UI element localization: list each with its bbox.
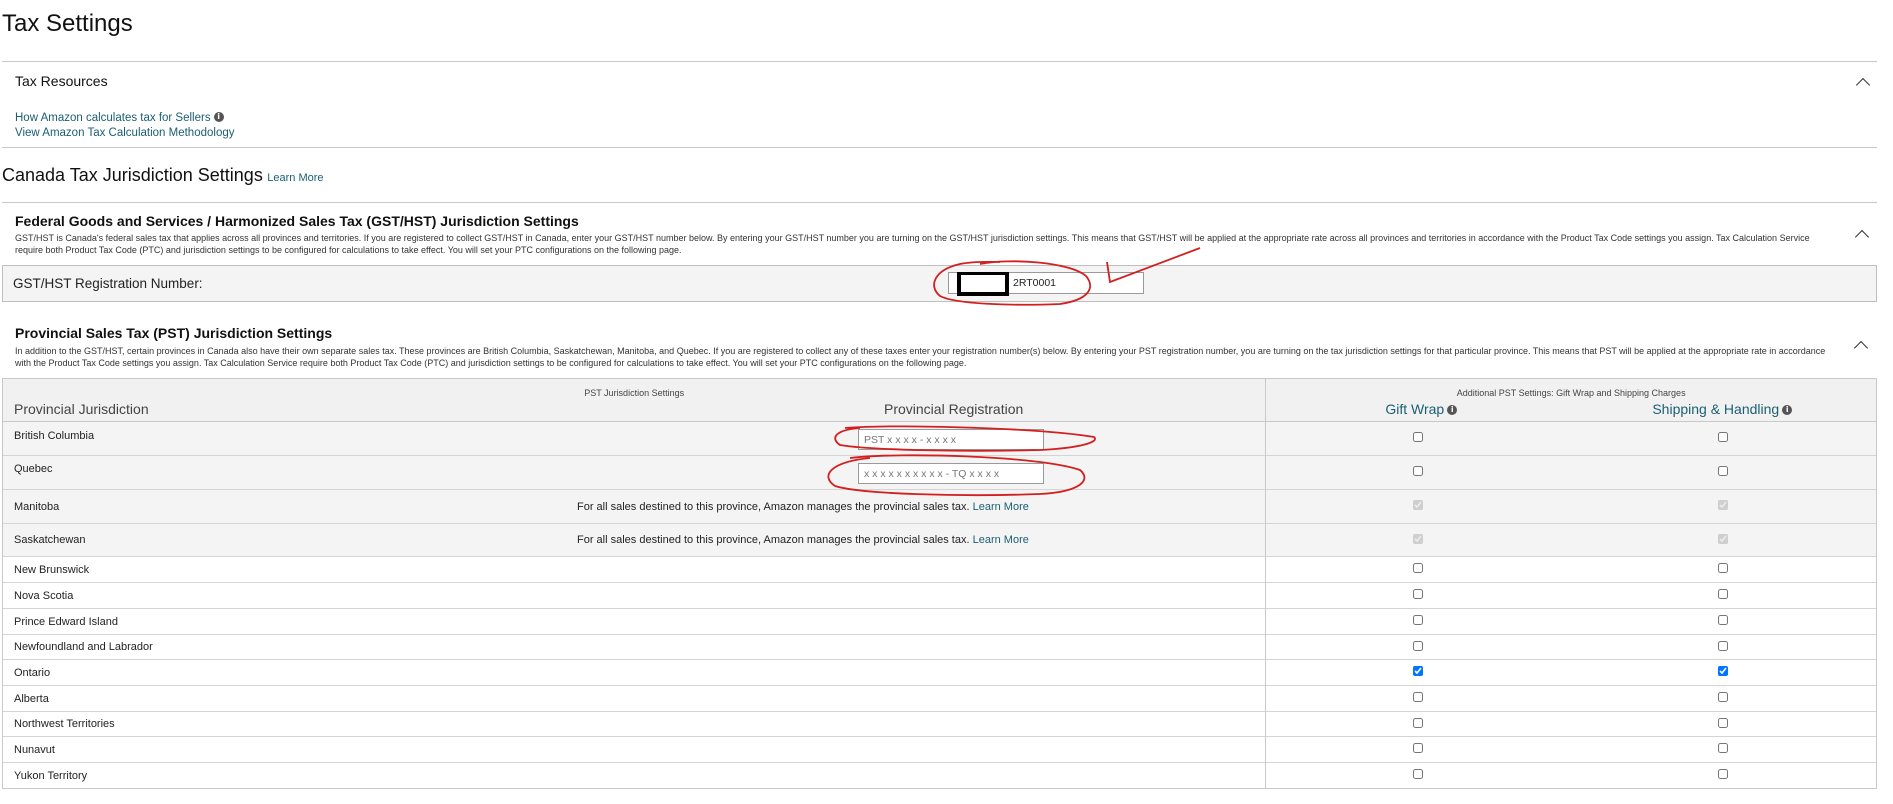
ns-shipping-checkbox[interactable]	[1718, 589, 1729, 599]
chevron-up-icon[interactable]	[1853, 340, 1869, 356]
gst-registration-row: GST/HST Registration Number:	[2, 265, 1877, 302]
amazon-managed-note: For all sales destined to this province,…	[577, 501, 1029, 513]
province-name: Prince Edward Island	[1, 608, 1266, 635]
divider	[2, 202, 1877, 203]
sk-gift-wrap-checkbox	[1413, 533, 1424, 544]
on-shipping-checkbox[interactable]	[1718, 666, 1729, 676]
divider	[2, 147, 1877, 148]
redaction-box	[957, 272, 1009, 296]
table-row: Nova Scotia	[1, 582, 1877, 609]
province-name: New Brunswick	[1, 556, 1266, 583]
pe-gift-wrap-checkbox[interactable]	[1413, 615, 1424, 625]
bc-shipping-checkbox[interactable]	[1718, 432, 1729, 442]
table-row: Newfoundland and Labrador	[1, 634, 1877, 660]
province-name: Nunavut	[1, 736, 1266, 763]
sk-shipping-checkbox	[1718, 533, 1729, 544]
canada-section-title: Canada Tax Jurisdiction Settings	[2, 165, 263, 185]
manitoba-learn-more-link[interactable]: Learn More	[973, 501, 1029, 513]
pst-table: PST Jurisdiction Settings Provincial Jur…	[1, 378, 1877, 789]
nu-shipping-checkbox[interactable]	[1718, 743, 1729, 753]
gst-section-title: Federal Goods and Services / Harmonized …	[15, 213, 579, 229]
col-provincial-registration: Provincial Registration	[884, 401, 1024, 417]
chevron-up-icon[interactable]	[1854, 229, 1870, 245]
nb-gift-wrap-checkbox[interactable]	[1413, 563, 1424, 573]
province-name: Newfoundland and Labrador	[1, 634, 1266, 660]
tax-calculation-methodology-link[interactable]: View Amazon Tax Calculation Methodology	[15, 127, 234, 139]
province-name: Manitoba	[14, 501, 60, 513]
table-row: Ontario	[1, 659, 1877, 686]
province-name: Ontario	[1, 659, 1266, 686]
pst-section-title: Provincial Sales Tax (PST) Jurisdiction …	[15, 325, 333, 341]
pst-table-header: PST Jurisdiction Settings Provincial Jur…	[1, 378, 1877, 422]
table-row: British Columbia	[1, 421, 1877, 456]
province-name: Nova Scotia	[1, 582, 1266, 609]
yt-shipping-checkbox[interactable]	[1718, 769, 1729, 779]
table-row: Quebec	[1, 455, 1877, 490]
divider	[2, 61, 1877, 62]
qc-shipping-checkbox[interactable]	[1718, 466, 1729, 476]
province-name: Alberta	[1, 685, 1266, 712]
pst-settings-caption: PST Jurisdiction Settings	[584, 388, 685, 398]
bc-gift-wrap-checkbox[interactable]	[1413, 432, 1424, 442]
table-row: Prince Edward Island	[1, 608, 1877, 635]
mb-gift-wrap-checkbox	[1413, 500, 1424, 510]
table-row: Saskatchewan For all sales destined to t…	[1, 523, 1877, 557]
page-title: Tax Settings	[2, 10, 133, 37]
gst-description: GST/HST is Canada's federal sales tax th…	[15, 233, 1810, 255]
chevron-up-icon[interactable]	[1855, 77, 1871, 93]
info-icon[interactable]: i	[1447, 405, 1458, 416]
ns-gift-wrap-checkbox[interactable]	[1413, 589, 1424, 599]
ab-shipping-checkbox[interactable]	[1718, 692, 1729, 702]
province-name: Yukon Territory	[1, 762, 1266, 789]
nt-gift-wrap-checkbox[interactable]	[1413, 717, 1424, 728]
on-gift-wrap-checkbox[interactable]	[1413, 666, 1424, 676]
info-icon[interactable]: i	[1782, 405, 1793, 416]
mb-shipping-checkbox	[1718, 500, 1729, 510]
canada-learn-more-link[interactable]: Learn More	[267, 172, 323, 184]
qc-gift-wrap-checkbox[interactable]	[1413, 466, 1424, 476]
saskatchewan-learn-more-link[interactable]: Learn More	[973, 534, 1029, 546]
col-gift-wrap: Gift Wrap i	[1385, 401, 1458, 417]
table-row: Alberta	[1, 685, 1877, 712]
province-name: British Columbia	[14, 430, 95, 442]
nt-shipping-checkbox[interactable]	[1718, 717, 1729, 728]
table-row: Northwest Territories	[1, 711, 1877, 737]
additional-pst-caption: Additional PST Settings: Gift Wrap and S…	[1456, 388, 1686, 398]
ab-gift-wrap-checkbox[interactable]	[1413, 692, 1424, 702]
pe-shipping-checkbox[interactable]	[1718, 615, 1729, 625]
table-row: New Brunswick	[1, 556, 1877, 583]
col-provincial-jurisdiction: Provincial Jurisdiction	[14, 401, 149, 417]
gst-registration-label: GST/HST Registration Number:	[13, 276, 203, 291]
yt-gift-wrap-checkbox[interactable]	[1413, 769, 1424, 779]
nu-gift-wrap-checkbox[interactable]	[1413, 743, 1424, 753]
pst-description: In addition to the GST/HST, certain prov…	[15, 346, 1826, 368]
col-shipping-handling: Shipping & Handling i	[1652, 401, 1793, 417]
info-icon[interactable]: i	[213, 111, 224, 122]
province-name: Northwest Territories	[1, 711, 1266, 737]
qc-qst-input[interactable]	[858, 463, 1044, 484]
tax-resources-title: Tax Resources	[15, 73, 108, 89]
nl-shipping-checkbox[interactable]	[1718, 640, 1729, 651]
bc-pst-input[interactable]	[858, 429, 1044, 450]
table-row: Yukon Territory	[1, 762, 1877, 789]
nb-shipping-checkbox[interactable]	[1718, 563, 1729, 573]
table-row: Manitoba For all sales destined to this …	[1, 489, 1877, 524]
nl-gift-wrap-checkbox[interactable]	[1413, 640, 1424, 651]
amazon-managed-note: For all sales destined to this province,…	[577, 534, 1029, 546]
table-row: Nunavut	[1, 736, 1877, 763]
province-name: Quebec	[14, 463, 53, 475]
province-name: Saskatchewan	[14, 534, 86, 546]
